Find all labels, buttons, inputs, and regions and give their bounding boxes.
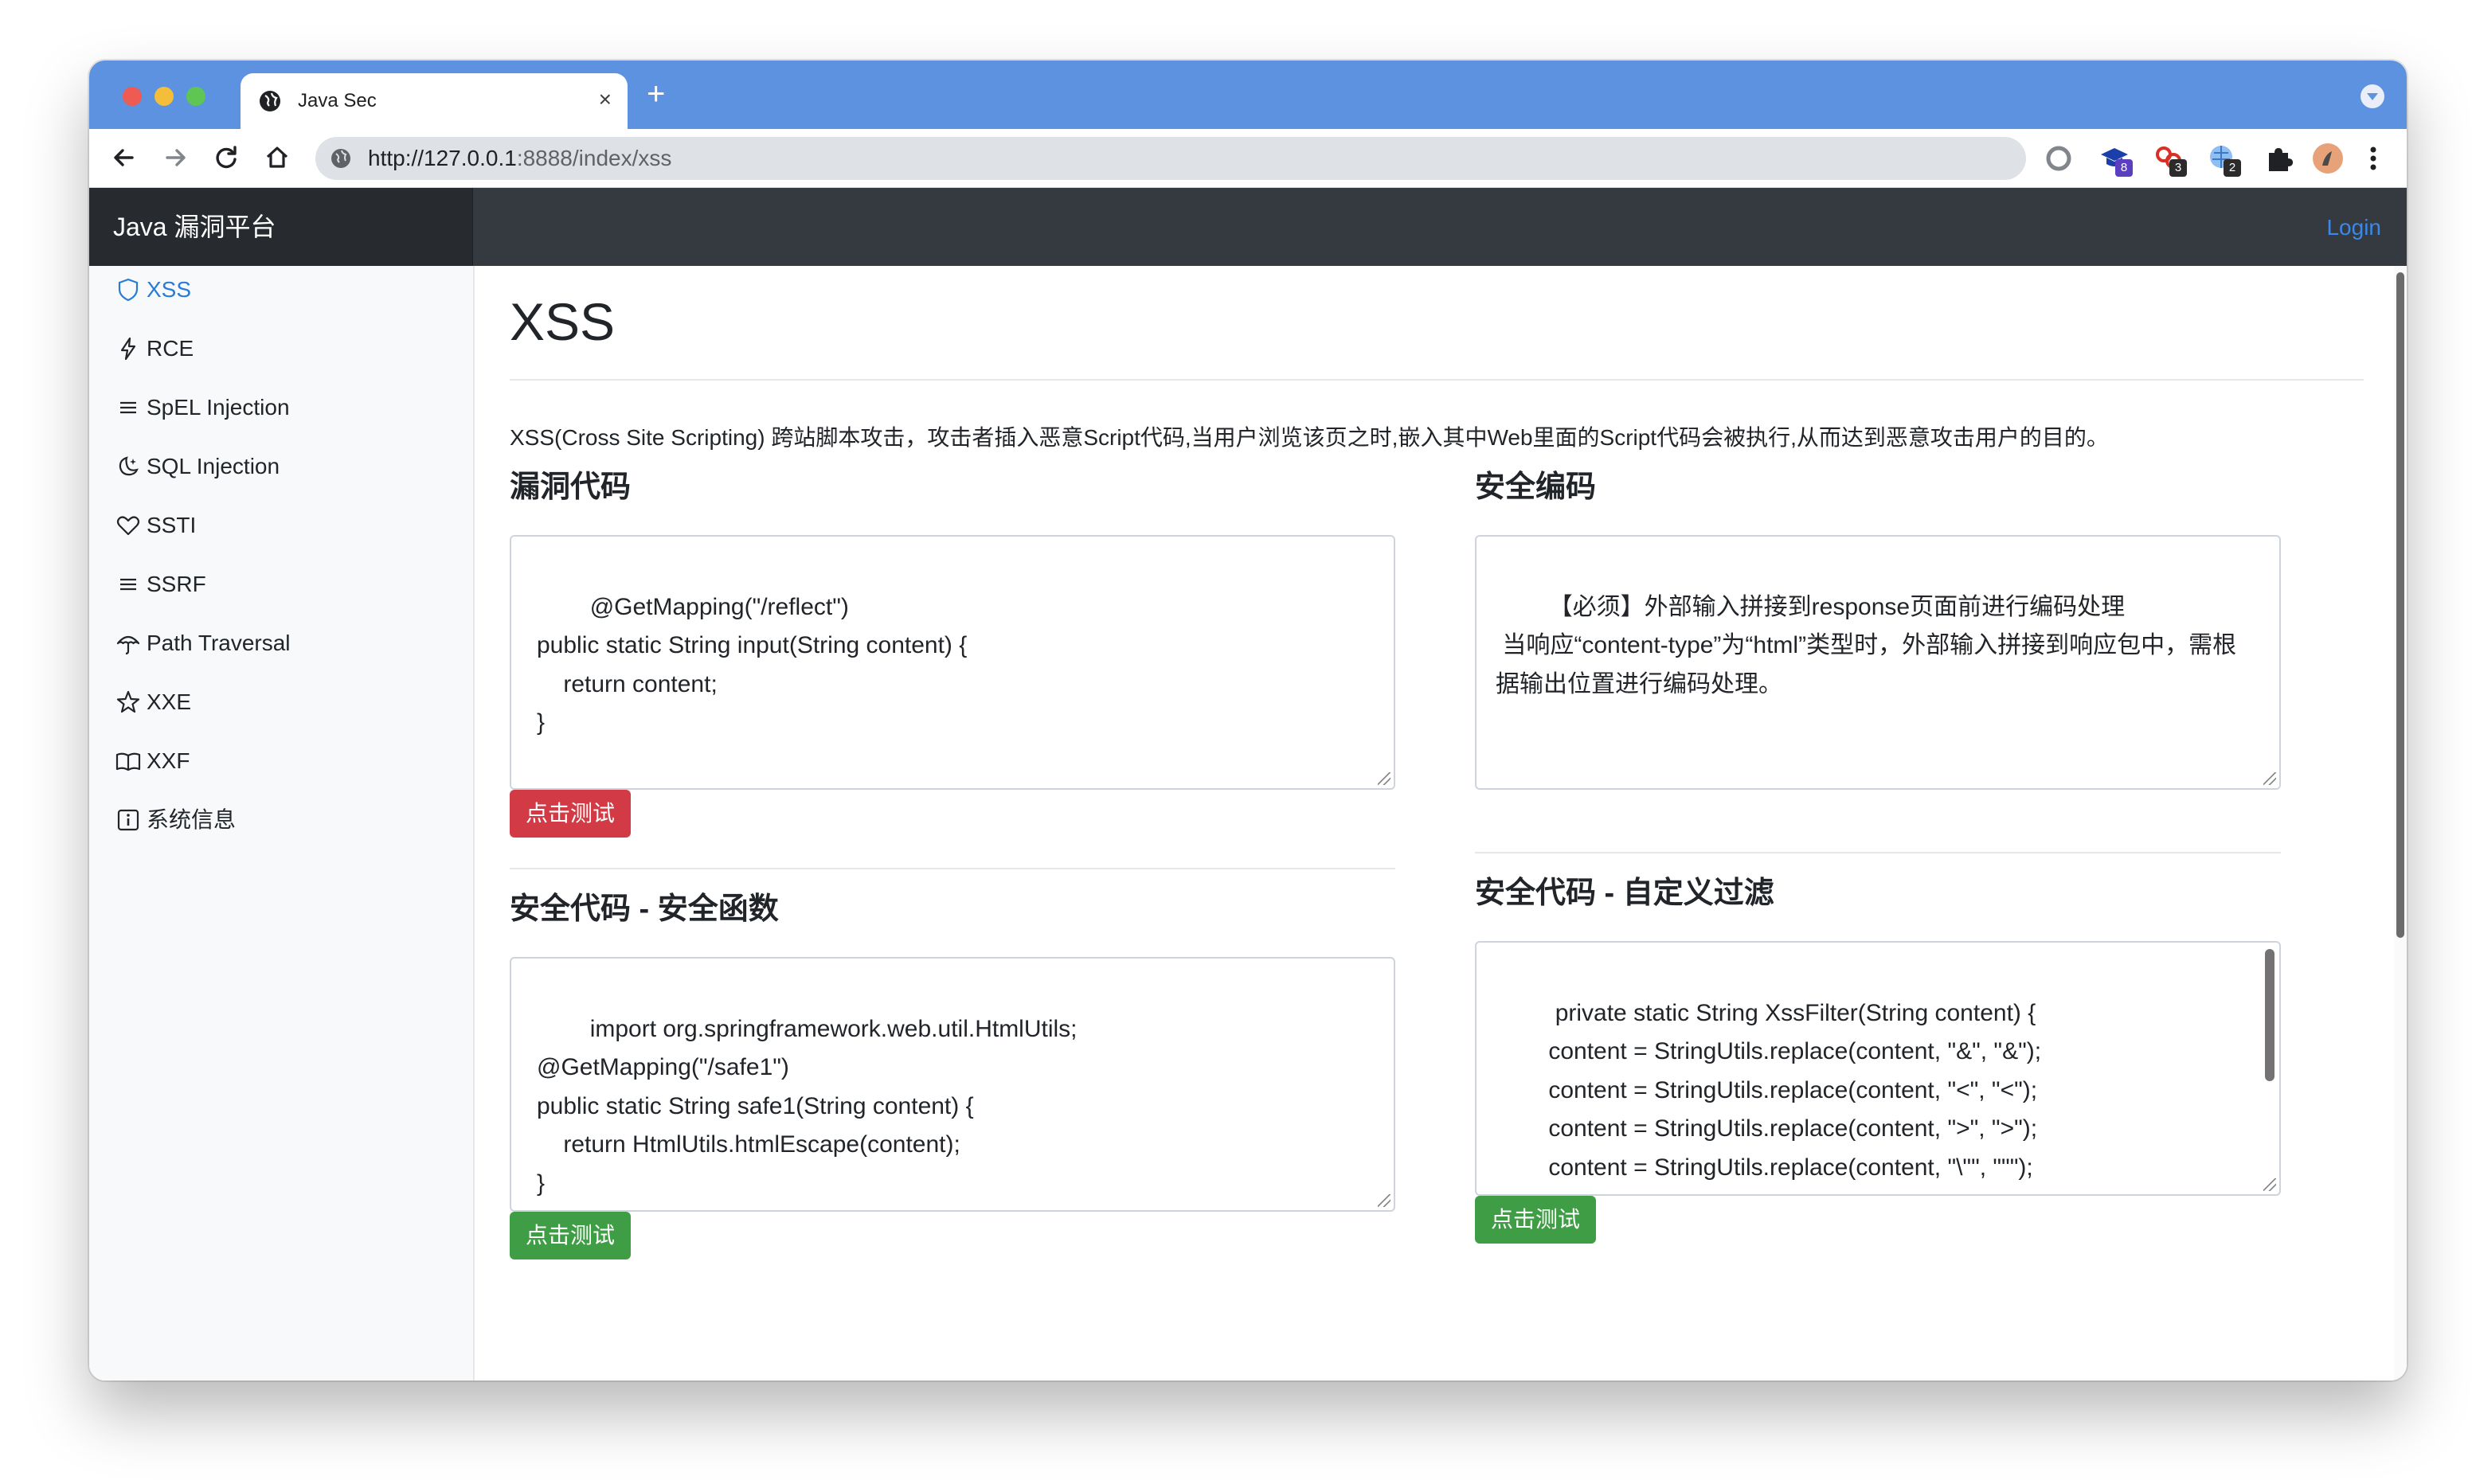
custom-filter-heading: 安全代码 - 自定义过滤 bbox=[1475, 877, 1774, 910]
avatar[interactable] bbox=[2311, 142, 2345, 175]
login-link[interactable]: Login bbox=[2326, 215, 2381, 240]
custom-filter-textarea[interactable]: private static String XssFilter(String c… bbox=[1475, 941, 2281, 1196]
more-menu-icon[interactable] bbox=[2365, 142, 2381, 175]
vuln-code-heading: 漏洞代码 bbox=[510, 471, 632, 504]
new-tab-button[interactable]: + bbox=[647, 78, 665, 110]
shield-icon bbox=[118, 278, 139, 302]
page-scrollbar-thumb[interactable] bbox=[2396, 272, 2404, 938]
browser-tab[interactable]: Java Sec × bbox=[241, 73, 628, 129]
sidebar-item-system-info[interactable]: 系统信息 bbox=[115, 804, 236, 836]
globe-icon bbox=[260, 91, 280, 111]
graduation-cap-extension-icon[interactable]: 8 bbox=[2098, 142, 2133, 177]
safe-function-textarea[interactable]: import org.springframework.web.util.Html… bbox=[510, 957, 1395, 1212]
extension-badge: 3 bbox=[2169, 159, 2187, 177]
close-tab-icon[interactable]: × bbox=[599, 88, 612, 111]
book-icon bbox=[115, 752, 141, 771]
page-title: XSS bbox=[510, 292, 616, 351]
globe-extension-icon[interactable]: 2 bbox=[2206, 142, 2241, 177]
textarea-scrollbar[interactable] bbox=[2265, 949, 2274, 1081]
lightning-icon bbox=[120, 337, 136, 361]
sidebar-item-xxe[interactable]: XXE bbox=[115, 686, 191, 718]
home-icon[interactable] bbox=[260, 140, 295, 175]
divider bbox=[1475, 852, 2281, 853]
divider bbox=[510, 379, 2364, 381]
tab-search-button[interactable] bbox=[2361, 84, 2384, 108]
site-info-icon[interactable] bbox=[330, 147, 352, 170]
resize-handle-icon[interactable] bbox=[2263, 772, 2276, 785]
minimize-window-button[interactable] bbox=[154, 87, 174, 106]
extension-badge: 2 bbox=[2224, 159, 2241, 177]
umbrella-icon bbox=[116, 635, 140, 655]
zoom-window-button[interactable] bbox=[186, 87, 205, 106]
safe-function-heading: 安全代码 - 安全函数 bbox=[510, 892, 779, 926]
sidebar-item-sql-injection[interactable]: SQL Injection bbox=[115, 451, 280, 482]
back-icon[interactable] bbox=[107, 140, 142, 175]
forward-icon[interactable] bbox=[158, 140, 193, 175]
heart-icon bbox=[116, 516, 140, 536]
extension-badge: 8 bbox=[2115, 159, 2133, 177]
browser-window: Java Sec × + http://127.0.0.1:8888/index… bbox=[89, 61, 2407, 1381]
resize-handle-icon[interactable] bbox=[1378, 1194, 1390, 1207]
red-extension-icon[interactable]: 3 bbox=[2152, 142, 2187, 177]
tab-title: Java Sec bbox=[298, 90, 377, 111]
circle-extension-icon[interactable] bbox=[2042, 142, 2075, 175]
sidebar-item-rce[interactable]: RCE bbox=[115, 333, 194, 365]
moon-stars-icon bbox=[119, 456, 139, 476]
tab-strip: Java Sec × + bbox=[89, 61, 2407, 129]
web-page: Java 漏洞平台 Login XSS RCE SpEL Injection S… bbox=[89, 188, 2407, 1381]
sidebar-item-ssrf[interactable]: SSRF bbox=[115, 568, 206, 600]
navbar: Java 漏洞平台 Login bbox=[89, 188, 2407, 266]
divider bbox=[510, 868, 1395, 869]
resize-handle-icon[interactable] bbox=[2263, 1178, 2276, 1191]
url-text: http://127.0.0.1:8888/index/xss bbox=[368, 146, 672, 170]
resize-handle-icon[interactable] bbox=[1378, 772, 1390, 785]
star-icon bbox=[116, 690, 140, 713]
sidebar: XSS RCE SpEL Injection SQL Injection SST… bbox=[89, 266, 475, 1381]
main-content: XSS XSS(Cross Site Scripting) 跨站脚本攻击，攻击者… bbox=[475, 266, 2394, 1381]
sidebar-item-spel-injection[interactable]: SpEL Injection bbox=[115, 392, 290, 424]
browser-toolbar: http://127.0.0.1:8888/index/xss 8 3 2 bbox=[89, 129, 2407, 188]
address-bar[interactable]: http://127.0.0.1:8888/index/xss bbox=[315, 137, 2026, 180]
info-icon bbox=[117, 809, 139, 831]
sidebar-item-xss[interactable]: XSS bbox=[115, 274, 191, 306]
brand-area: Java 漏洞平台 bbox=[89, 188, 473, 266]
puzzle-extension-icon[interactable] bbox=[2262, 142, 2295, 175]
safe-encoding-textarea[interactable]: 【必须】外部输入拼接到response页面前进行编码处理 当响应“content… bbox=[1475, 535, 2281, 790]
reload-icon[interactable] bbox=[209, 140, 244, 175]
custom-filter-test-button[interactable]: 点击测试 bbox=[1475, 1196, 1597, 1244]
close-window-button[interactable] bbox=[123, 87, 142, 106]
list-icon bbox=[120, 578, 136, 591]
safe-encoding-heading: 安全编码 bbox=[1475, 471, 1597, 504]
safe-function-test-button[interactable]: 点击测试 bbox=[510, 1212, 632, 1259]
list-icon bbox=[120, 401, 136, 414]
sidebar-item-xxf[interactable]: XXF bbox=[115, 745, 190, 777]
brand-link[interactable]: Java 漏洞平台 bbox=[113, 212, 276, 242]
vuln-test-button[interactable]: 点击测试 bbox=[510, 790, 632, 838]
sidebar-item-ssti[interactable]: SSTI bbox=[115, 510, 196, 541]
page-description: XSS(Cross Site Scripting) 跨站脚本攻击，攻击者插入恶意… bbox=[510, 425, 2109, 450]
sidebar-item-path-traversal[interactable]: Path Traversal bbox=[115, 627, 291, 659]
vuln-code-textarea[interactable]: @GetMapping("/reflect") public static St… bbox=[510, 535, 1395, 790]
page-scrollbar[interactable] bbox=[2394, 266, 2407, 1381]
